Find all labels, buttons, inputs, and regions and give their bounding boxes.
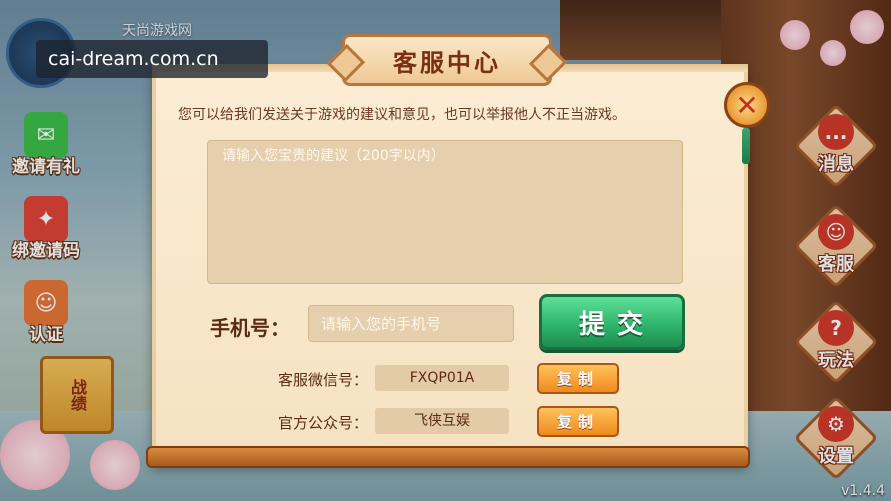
official-account-value: 飞侠互娱 (375, 408, 509, 434)
dialog-title-plaque: 客服中心 (342, 34, 552, 86)
close-button[interactable]: ✕ (724, 82, 770, 128)
phone-input[interactable] (308, 305, 514, 342)
copy-official-button[interactable]: 复制 (537, 406, 619, 437)
dialog-description: 您可以给我们发送关于游戏的建议和意见，也可以举报他人不正当游戏。 (178, 107, 626, 123)
suggestion-textarea[interactable] (207, 140, 683, 284)
dialog-title: 客服中心 (393, 47, 501, 77)
close-icon: ✕ (735, 88, 759, 122)
submit-button[interactable]: 提交 (539, 294, 685, 350)
phone-label: 手机号： (210, 316, 290, 340)
official-account-label: 官方公众号： (277, 414, 368, 432)
watermark: cai-dream.com.cn (36, 40, 268, 78)
wechat-label: 客服微信号： (277, 371, 368, 389)
scroll-bottom-rod (146, 446, 750, 468)
copy-wechat-button[interactable]: 复制 (537, 363, 619, 394)
wechat-value: FXQP01A (375, 365, 509, 391)
tassel-decoration (742, 128, 750, 164)
